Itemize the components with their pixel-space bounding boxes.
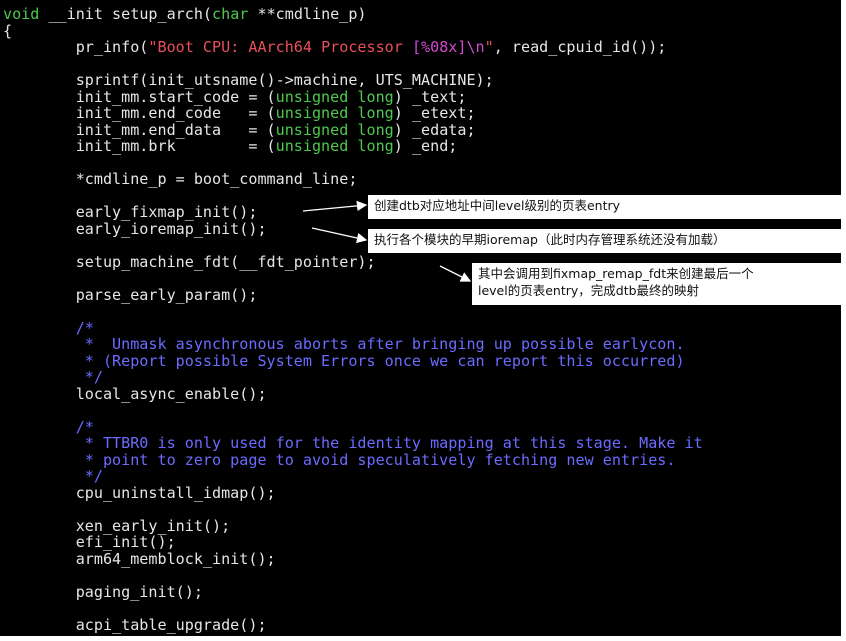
code-line: pr_info("Boot CPU: AArch64 Processor [%0… (3, 39, 703, 56)
code-token: */ (3, 368, 103, 386)
code-token: ) _etext; (393, 104, 476, 122)
code-line: init_mm.start_code = (unsigned long) _te… (3, 87, 703, 106)
code-line: init_mm.brk = (unsigned long) _end; (3, 138, 703, 155)
annotation-fixmap: 创建dtb对应地址中间level级别的页表entry (368, 195, 842, 219)
code-line: *cmdline_p = boot_command_line; (3, 171, 703, 188)
code-token: local_async_enable(); (3, 384, 267, 403)
code-line: * (Report possible System Errors once we… (3, 351, 703, 370)
code-line: efi_init(); (3, 534, 703, 551)
code-token: * (Report possible System Errors once we… (3, 351, 685, 370)
code-token: init_mm.brk = ( (3, 137, 276, 155)
code-line: * point to zero page to avoid speculativ… (3, 450, 703, 469)
code-token: init_mm.end_code = ( (3, 104, 276, 122)
code-token: "Boot CPU: AArch64 Processor (148, 38, 412, 56)
annotation-fdt-line2: level的页表entry，完成dtb最终的映射 (478, 283, 700, 298)
code-terminal: void __init setup_arch(char **cmdline_p)… (0, 0, 841, 636)
code-token: init_mm.end_data = ( (3, 120, 276, 139)
code-token: * TTBR0 is only used for the identity ma… (3, 434, 703, 452)
code-token: acpi_table_upgrade(); (3, 615, 267, 634)
code-line: */ (3, 369, 703, 386)
code-token: */ (3, 467, 103, 485)
code-token: unsigned long (275, 87, 394, 106)
code-token: { (3, 21, 13, 40)
code-token: **cmdline_p) (248, 5, 367, 23)
code-token: pr_info( (3, 38, 149, 56)
code-token: init_mm.start_code = ( (3, 87, 276, 106)
code-token: unsigned long (275, 104, 394, 122)
code-line: sprintf(init_utsname()->machine, UTS_MAC… (3, 72, 703, 89)
code-line: * TTBR0 is only used for the identity ma… (3, 435, 703, 452)
annotation-fixmap-text: 创建dtb对应地址中间level级别的页表entry (374, 198, 621, 213)
code-token: setup_machine_fdt(__fdt_pointer); (3, 252, 376, 271)
code-line: init_mm.end_data = (unsigned long) _edat… (3, 120, 703, 139)
code-token: [%08x]\n (411, 38, 485, 56)
annotation-fdt: 其中会调用到fixmap_remap_fdt来创建最后一个 level的页表en… (472, 263, 842, 305)
code-token: ) _edata; (393, 120, 476, 139)
code-token: cpu_uninstall_idmap(); (3, 483, 276, 502)
code-token: __init setup_arch( (39, 5, 213, 23)
code-token: void (3, 5, 40, 23)
code-line: paging_init(); (3, 582, 703, 601)
annotation-ioremap: 执行各个模块的早期ioremap（此时内存管理系统还没有加载） (368, 229, 842, 253)
code-token: efi_init(); (3, 533, 176, 551)
code-token: arm64_memblock_init(); (3, 549, 276, 568)
code-line: cpu_uninstall_idmap(); (3, 483, 703, 502)
code-line: */ (3, 468, 703, 485)
code-token: char (212, 5, 249, 23)
code-token: * point to zero page to avoid speculativ… (3, 450, 676, 469)
code-token: ) _end; (393, 137, 458, 155)
code-token: /* (3, 417, 94, 436)
code-token: parse_early_param(); (3, 285, 258, 304)
annotation-fdt-line1: 其中会调用到fixmap_remap_fdt来创建最后一个 (478, 266, 754, 281)
code-token: ) _text; (393, 87, 467, 106)
code-line: * Unmask asynchronous aborts after bring… (3, 336, 703, 353)
code-token: unsigned long (275, 120, 394, 139)
code-token: paging_init(); (3, 582, 203, 601)
code-token: " (484, 38, 494, 56)
code-line: init_mm.end_code = (unsigned long) _etex… (3, 105, 703, 122)
code-line: arm64_memblock_init(); (3, 549, 703, 568)
code-line: /* (3, 318, 703, 337)
code-token: sprintf(init_utsname()->machine, UTS_MAC… (3, 71, 494, 89)
code-line: acpi_table_upgrade(); (3, 615, 703, 634)
code-line: void __init setup_arch(char **cmdline_p) (3, 6, 703, 23)
code-token: early_ioremap_init(); (3, 219, 267, 238)
code-token: unsigned long (275, 137, 394, 155)
code-line: /* (3, 417, 703, 436)
code-token: , read_cpuid_id()); (493, 38, 667, 56)
source-code: void __init setup_arch(char **cmdline_p)… (3, 6, 703, 633)
code-token: xen_early_init(); (3, 516, 231, 535)
code-token: early_fixmap_init(); (3, 203, 258, 221)
code-line: local_async_enable(); (3, 384, 703, 403)
code-token: *cmdline_p = boot_command_line; (3, 170, 358, 188)
code-line: xen_early_init(); (3, 516, 703, 535)
annotation-ioremap-text: 执行各个模块的早期ioremap（此时内存管理系统还没有加载） (374, 232, 726, 247)
code-line: { (3, 21, 703, 40)
code-token: * Unmask asynchronous aborts after bring… (3, 335, 685, 353)
code-token: /* (3, 318, 94, 337)
